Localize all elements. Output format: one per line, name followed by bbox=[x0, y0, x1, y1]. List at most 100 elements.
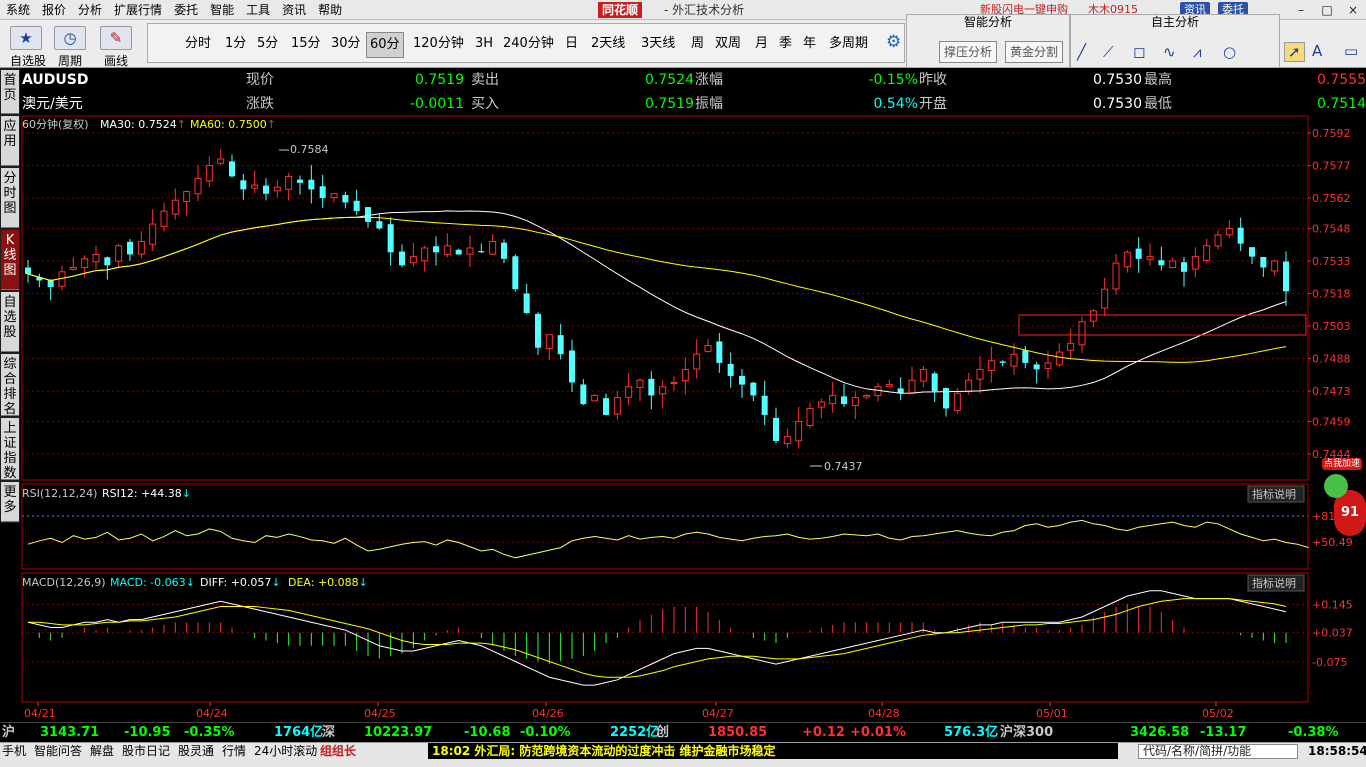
candle-body-down bbox=[319, 186, 326, 199]
macd-y-tick: +0.037 bbox=[1312, 627, 1353, 640]
candle-body-up bbox=[885, 384, 893, 388]
dea-label: DEA: +0.088↓ bbox=[288, 576, 368, 589]
candle-body-up bbox=[670, 381, 678, 384]
task-jiepan[interactable]: 解盘 bbox=[90, 743, 114, 759]
x-axis-date-label: 04/24 bbox=[196, 707, 228, 720]
cy-change: +0.12 bbox=[802, 725, 845, 740]
candle-body-down bbox=[47, 280, 54, 287]
candle-body-up bbox=[987, 360, 995, 371]
candle-body-up bbox=[795, 420, 803, 442]
sh-label: 沪 bbox=[2, 725, 16, 740]
rsi-arrow: ↓ bbox=[182, 487, 191, 500]
candle-body-down bbox=[353, 200, 360, 212]
candle-body-down bbox=[501, 242, 507, 259]
candle-body-up bbox=[330, 193, 338, 199]
candle-body-up bbox=[1112, 262, 1120, 290]
candle-body-up bbox=[681, 368, 689, 382]
hs300-pct: -0.38% bbox=[1288, 725, 1339, 740]
candle-body-up bbox=[92, 253, 100, 263]
candle-body-up bbox=[1169, 260, 1177, 268]
diff-arrow: ↓ bbox=[271, 576, 280, 589]
diff-value: DIFF: +0.057 bbox=[200, 576, 271, 589]
macd-help-button[interactable]: 指标说明 bbox=[1252, 576, 1296, 590]
dea-value: DEA: +0.088 bbox=[288, 576, 359, 589]
candle-body-down bbox=[240, 180, 247, 190]
candle-body-up bbox=[704, 345, 712, 352]
rsi-title: RSI(12,12,24) bbox=[22, 487, 97, 500]
candle-body-up bbox=[851, 397, 859, 406]
macd-arrow1: ↓ bbox=[186, 576, 195, 589]
sh-volume: 1764亿 bbox=[274, 725, 324, 740]
candle-body-up bbox=[1123, 251, 1131, 268]
candle-body-up bbox=[545, 334, 553, 349]
candle-body-up bbox=[1101, 288, 1109, 309]
kline-y-tick: 0.7548 bbox=[1312, 222, 1351, 235]
rsi-help-button[interactable]: 指标说明 bbox=[1252, 487, 1296, 501]
clock: 18:58:54 bbox=[1308, 744, 1366, 758]
candle-body-up bbox=[160, 210, 168, 227]
kline-y-tick: 0.7473 bbox=[1312, 385, 1351, 398]
task-mobile[interactable]: 手机 bbox=[2, 743, 26, 759]
bottom-taskbar: 手机 智能问答 解盘 股市日记 股灵通 行情 24小时滚动 组组长 18:02 … bbox=[0, 742, 1366, 767]
chart-area[interactable]: 0.7592 0.7577 0.7562 0.7548 0.7533 0.7518 0.75… bbox=[0, 0, 1366, 722]
news-ticker[interactable]: 18:02 外汇局: 防范跨境资本流动的过度冲击 维护金融市场稳定 bbox=[428, 743, 1118, 759]
candle-body-up bbox=[1191, 256, 1199, 270]
candle-body-down bbox=[1135, 248, 1142, 259]
candle-body-down bbox=[603, 398, 609, 415]
candle-body-up bbox=[613, 397, 621, 415]
candle-body-up bbox=[965, 379, 973, 392]
candle-body-up bbox=[806, 407, 814, 426]
task-24h[interactable]: 24小时滚动 bbox=[254, 743, 317, 759]
candle-body-down bbox=[229, 161, 235, 177]
x-axis-date-label: 04/21 bbox=[24, 707, 56, 720]
candle-body-up bbox=[149, 223, 157, 245]
candle-body-down bbox=[1237, 227, 1244, 244]
task-market[interactable]: 行情 bbox=[222, 743, 246, 759]
index-status-bar: 沪 3143.71 -10.95 -0.35% 1764亿 深 10223.97… bbox=[0, 722, 1366, 742]
panel-frame-1 bbox=[21, 483, 1309, 570]
candle-body-up bbox=[1225, 227, 1233, 236]
candle-body-down bbox=[999, 361, 1006, 363]
candle-body-up bbox=[194, 178, 202, 195]
task-diary[interactable]: 股市日记 bbox=[122, 743, 170, 759]
candle-body-up bbox=[409, 256, 417, 264]
candle-body-up bbox=[625, 386, 633, 398]
task-qa[interactable]: 智能问答 bbox=[34, 743, 82, 759]
x-axis-date-label: 05/02 bbox=[1202, 707, 1234, 720]
candle-body-up bbox=[421, 247, 429, 262]
candle-body-down bbox=[727, 363, 734, 376]
diff-label: DIFF: +0.057↓ bbox=[200, 576, 281, 589]
candle-body-up bbox=[659, 386, 667, 395]
ma30-arrow: ↑ bbox=[177, 118, 186, 131]
candle-body-up bbox=[217, 158, 225, 164]
cy-volume: 576.3亿 bbox=[944, 725, 999, 740]
candle-body-up bbox=[285, 175, 293, 190]
candle-body-down bbox=[1022, 350, 1029, 363]
candle-body-up bbox=[874, 386, 882, 397]
accelerate-widget[interactable]: 点我加速 91 bbox=[1320, 456, 1366, 556]
kline-y-tick: 0.7503 bbox=[1312, 320, 1351, 333]
code-search-input[interactable]: 代码/名称/简拼/功能 bbox=[1138, 744, 1298, 759]
x-axis-date-label: 04/27 bbox=[702, 707, 734, 720]
candle-body-down bbox=[750, 382, 757, 396]
candle-body-down bbox=[580, 384, 587, 405]
candle-body-down bbox=[761, 395, 768, 415]
candle-body-down bbox=[569, 350, 575, 383]
candle-body-up bbox=[693, 353, 701, 370]
macd-value: MACD: -0.063 bbox=[110, 576, 186, 589]
candle-body-down bbox=[478, 251, 485, 253]
macd-y-tick: -0.075 bbox=[1312, 656, 1347, 669]
candle-body-down bbox=[455, 249, 462, 255]
sz-volume: 2252亿 bbox=[610, 725, 660, 740]
rsi-label: RSI12: +44.38↓ bbox=[102, 487, 191, 500]
kline-y-tick: 0.7459 bbox=[1312, 415, 1351, 428]
task-gulingtong[interactable]: 股灵通 bbox=[178, 743, 214, 759]
candle-body-up bbox=[466, 247, 474, 255]
rsi-value: RSI12: +44.38 bbox=[102, 487, 182, 500]
kline-y-tick: 0.7577 bbox=[1312, 160, 1351, 173]
task-group[interactable]: 组组长 bbox=[320, 743, 356, 759]
candle-body-up bbox=[1010, 353, 1018, 367]
ma60-arrow: ↑ bbox=[267, 118, 276, 131]
kline-y-tick: 0.7533 bbox=[1312, 255, 1351, 268]
candle-body-up bbox=[919, 368, 927, 382]
